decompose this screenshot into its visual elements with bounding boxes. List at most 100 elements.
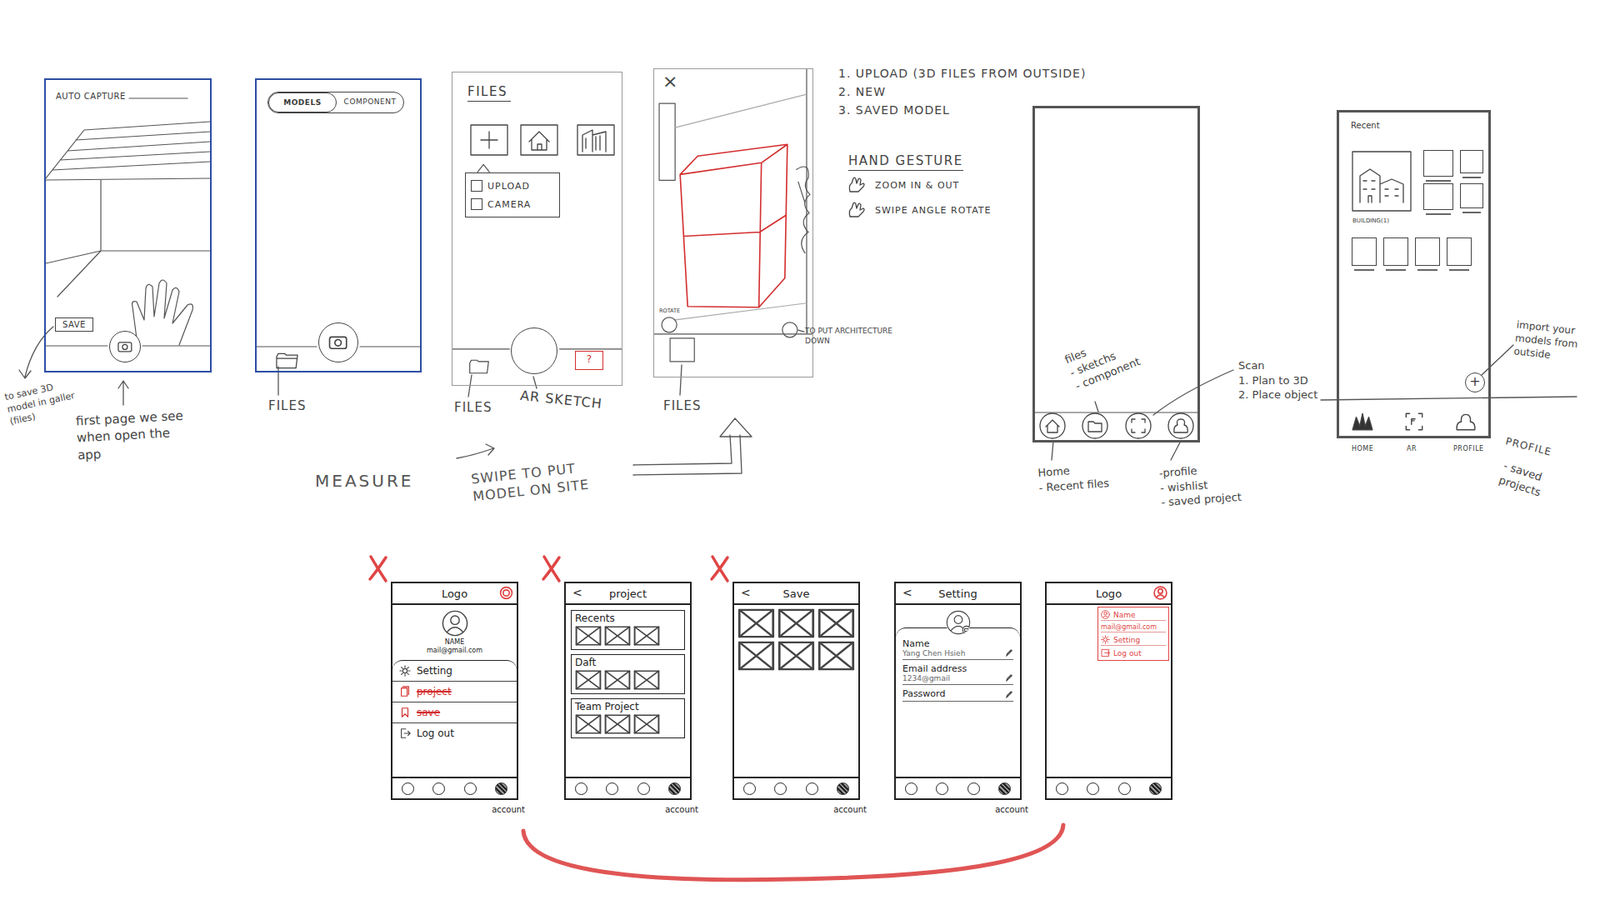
nav-tab[interactable] [432,782,445,795]
model-thumbnail[interactable] [1351,237,1377,266]
folder-icon[interactable] [1080,411,1110,440]
model-thumbnail[interactable] [1415,237,1440,266]
scan-icon[interactable] [1124,411,1153,440]
screen-body: Namemail@gmail.comSettingLog out [1046,605,1171,777]
nav-bar [1038,411,1195,440]
nav-tab[interactable] [967,782,980,795]
nav-tab[interactable] [1055,782,1069,795]
thumbnail-placeholder[interactable] [817,640,855,671]
nav-tab[interactable] [805,782,819,795]
thumbnail-placeholder[interactable] [737,640,775,671]
nav-tab[interactable] [1086,782,1100,795]
toggle-tab[interactable]: COMPONENT [336,92,404,113]
ar-icon[interactable] [1402,410,1426,434]
thumbnail-placeholder[interactable] [633,625,660,646]
save-button[interactable]: SAVE [55,317,94,332]
capture-button[interactable] [318,322,359,363]
capture-button[interactable] [109,330,141,363]
menu-row[interactable]: project [392,681,517,703]
account-menu: SettingprojectsaveLog out [392,660,517,744]
folder-icon[interactable] [275,351,300,370]
toggle-tab[interactable]: MODELS [268,92,337,113]
account-icon[interactable] [1153,585,1168,600]
nav-tab[interactable] [401,782,415,795]
thumbnail-placeholder[interactable] [633,670,660,690]
folder-icon[interactable] [468,358,490,375]
thumbnail-placeholder[interactable] [604,625,631,646]
gesture-list: ZOOM IN & OUTSWIPE ANGLE ROTATE [846,176,992,219]
nav-tab[interactable] [836,782,850,795]
back-button[interactable]: < [902,585,913,600]
settings-field[interactable]: Email address1234@gmail [902,663,1014,685]
nav-tab[interactable] [1149,782,1162,795]
nav-tab[interactable] [905,782,918,795]
account-wireframe: LogoNamemail@gmail.comSettingLog out [1045,581,1173,800]
nav-tab[interactable] [774,782,787,795]
profile-icon[interactable] [1166,411,1195,440]
close-button[interactable]: × [662,70,678,92]
thumbnail-placeholder[interactable] [777,608,815,639]
nav-tab[interactable] [575,782,588,795]
thumbnail-placeholder[interactable] [575,670,602,690]
menu-item[interactable]: UPLOAD [470,180,555,192]
thumbnail-placeholder[interactable] [633,714,660,735]
nav-tab[interactable] [935,782,949,795]
nav-tab[interactable] [605,782,619,795]
menu-item[interactable]: CAMERA [470,198,555,210]
thumbnail-placeholder[interactable] [575,625,602,646]
nav-tab[interactable] [743,782,756,795]
pencil-icon[interactable] [1004,648,1014,658]
thumbnail-placeholder[interactable] [604,714,631,735]
ar-screen-sketch: ×ROTATE [653,68,814,378]
dropdown-item[interactable]: Log out [1100,647,1166,659]
nav-tab[interactable] [464,782,477,795]
account-label: account [665,805,699,815]
model-thumbnail[interactable] [1446,237,1472,266]
menu-row[interactable]: Log out [392,723,517,744]
dropdown-item[interactable]: Setting [1100,634,1166,646]
new-file-plus-icon[interactable] [469,123,510,157]
avatar-icon[interactable] [945,610,971,635]
nav-tab[interactable] [998,782,1011,795]
ar-sketch-button[interactable] [510,327,558,375]
nav-tab[interactable] [668,782,681,795]
swipe-note: SWIPE TO PUT MODEL ON SITE [470,455,623,506]
account-label: account [491,805,525,815]
thumbnail-placeholder[interactable] [575,714,602,735]
building-thumbnail-icon[interactable] [1351,150,1412,212]
profile-icon[interactable] [1454,410,1478,434]
account-icon[interactable] [499,585,514,600]
thumbnail-placeholder[interactable] [604,670,631,690]
nav-tab[interactable] [1118,782,1131,795]
back-button[interactable]: < [740,585,751,600]
menu-row[interactable]: Setting [392,660,517,682]
pencil-icon[interactable] [1004,673,1014,683]
thumbnail-placeholder[interactable] [737,608,775,639]
hand-gesture-icon [846,201,867,219]
home-icon[interactable] [1038,411,1067,440]
thumbnail-placeholder[interactable] [777,640,815,671]
header-bar: Logo [1046,583,1171,605]
model-thumbnail[interactable] [1460,183,1484,209]
logout-icon [1100,648,1110,658]
dropdown-item[interactable]: mail@gmail.com [1100,622,1166,633]
nav-tab[interactable] [637,782,650,795]
pencil-icon[interactable] [1004,690,1014,700]
thumbnail-placeholder[interactable] [817,608,855,639]
home-icon[interactable] [1350,410,1375,434]
nav-tab[interactable] [495,782,508,795]
gesture-item: SWIPE ANGLE ROTATE [846,201,992,219]
dropdown-item[interactable]: Name [1100,609,1166,621]
help-button[interactable]: ? [575,350,604,370]
model-thumbnail[interactable] [1423,183,1454,210]
model-thumbnail[interactable] [1383,237,1409,266]
back-button[interactable]: < [572,585,583,600]
menu-row[interactable]: save [392,702,517,724]
settings-field[interactable]: NameYang Chen Hsieh [902,638,1014,660]
model-thumbnail[interactable] [1460,150,1484,174]
settings-field[interactable]: Password [902,688,1014,702]
house-model-icon[interactable] [519,123,560,157]
building-model-icon[interactable] [575,123,616,157]
import-button[interactable]: + [1465,372,1485,393]
model-thumbnail[interactable] [1423,150,1454,177]
